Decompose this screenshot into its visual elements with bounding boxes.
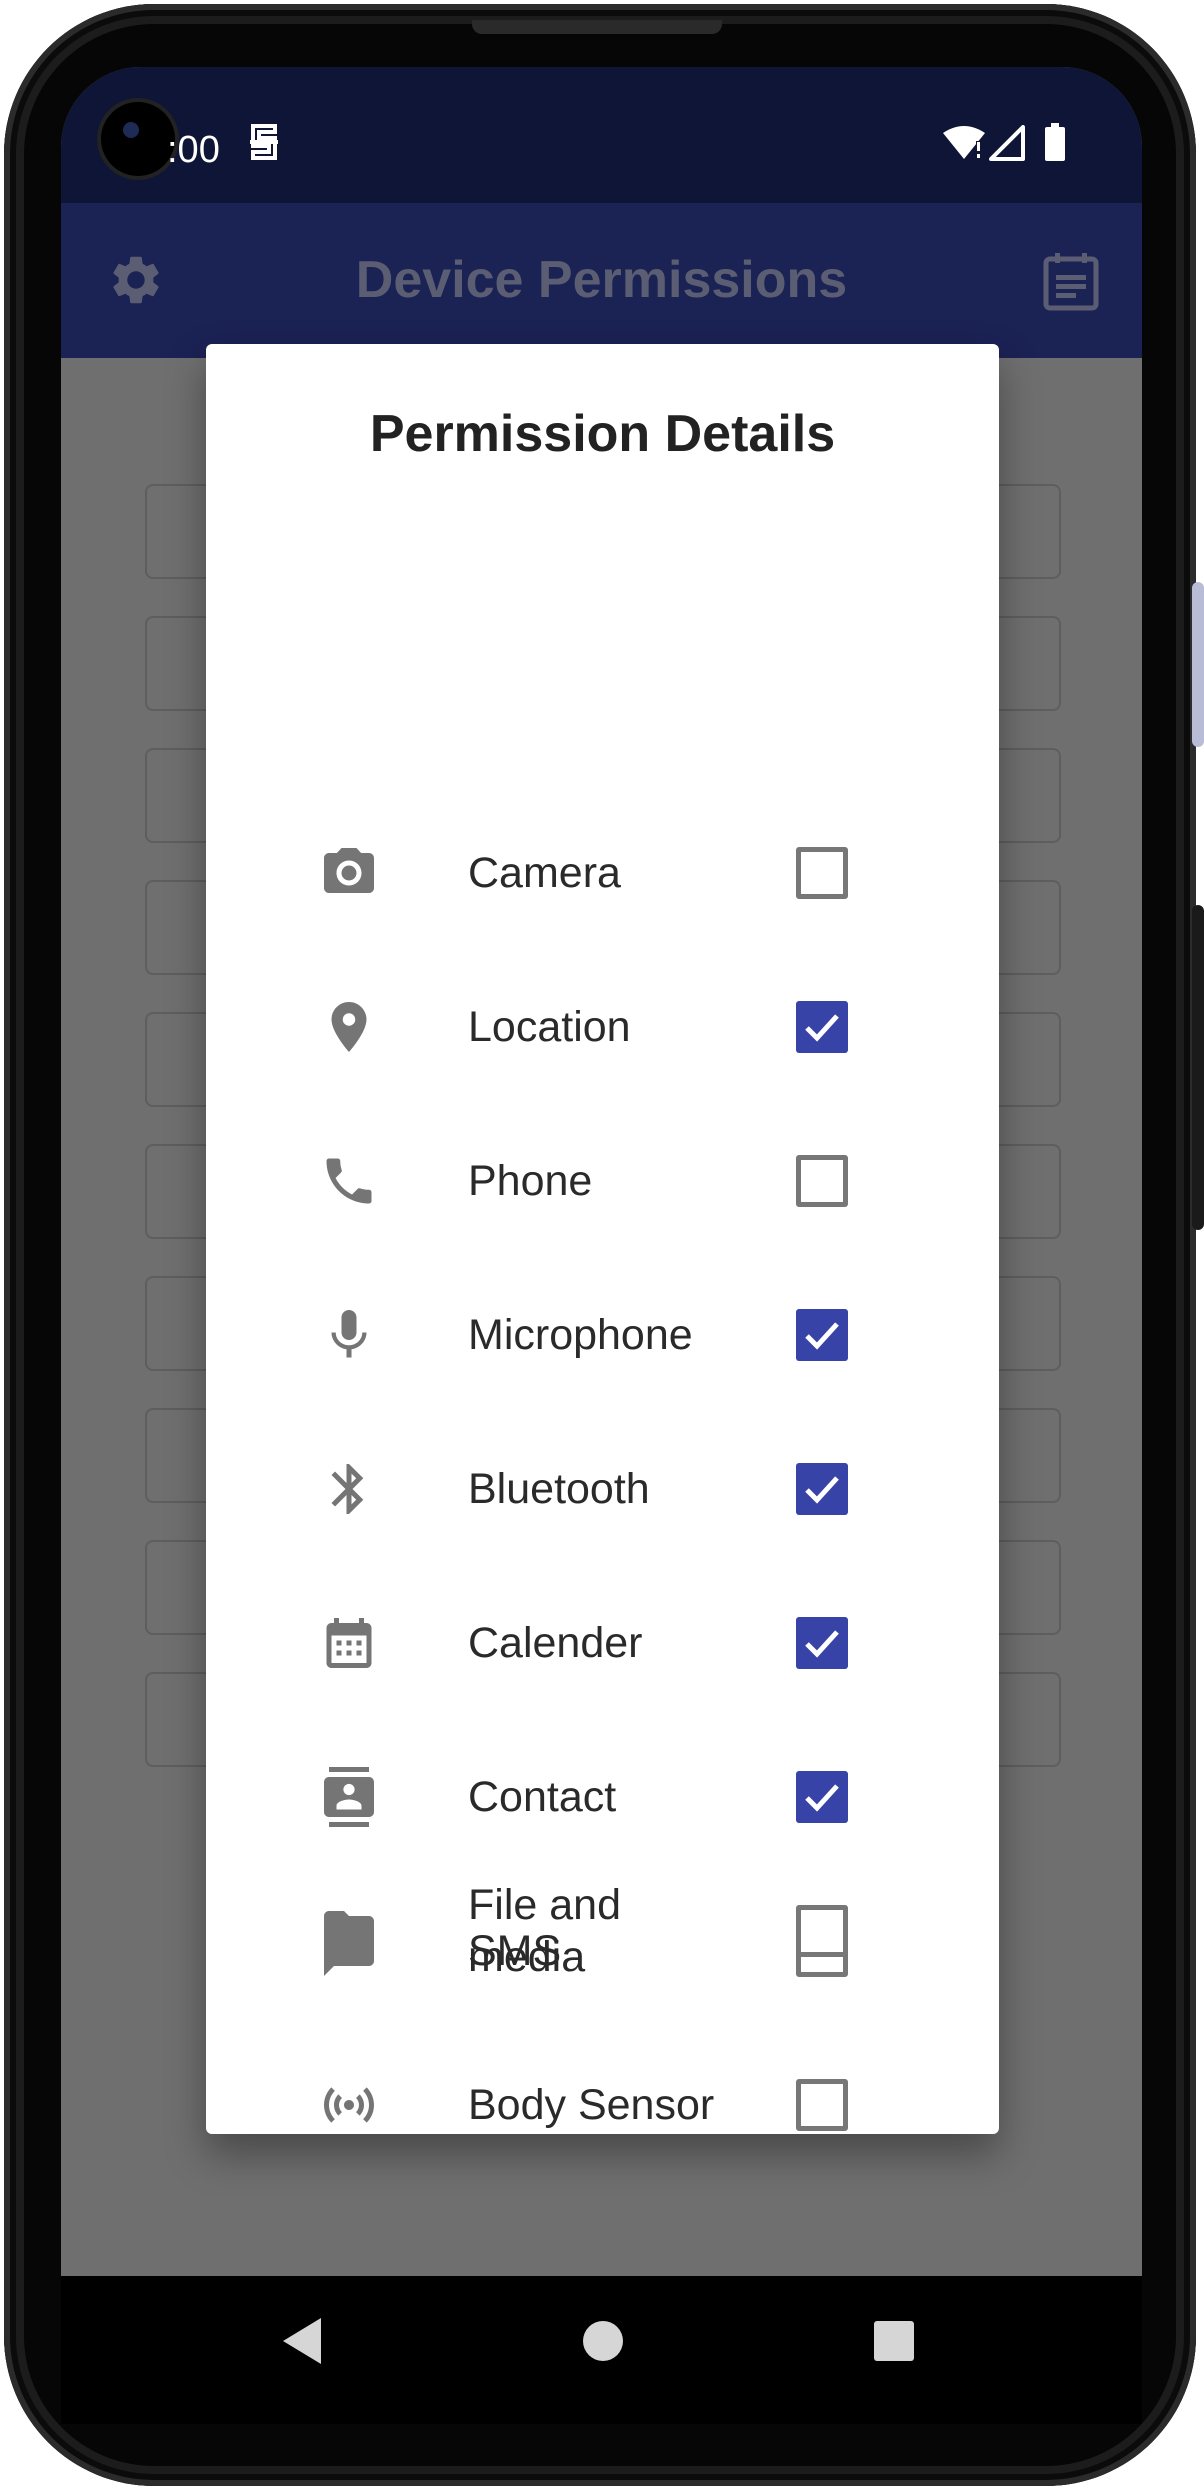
permission-label: Bluetooth bbox=[468, 1465, 650, 1513]
permission-label: Camera bbox=[468, 849, 621, 897]
permission-row-camera: Camera bbox=[206, 796, 999, 950]
location-pin-icon bbox=[319, 997, 379, 1057]
front-camera bbox=[101, 102, 175, 176]
checkmark-icon bbox=[805, 1630, 839, 1658]
body-sensor-checkbox[interactable] bbox=[796, 2079, 848, 2131]
location-checkbox[interactable] bbox=[796, 1001, 848, 1053]
permission-row-location: Location bbox=[206, 950, 999, 1104]
permission-label: Phone bbox=[468, 1157, 593, 1205]
checkmark-icon bbox=[805, 1322, 839, 1350]
permission-label: Calender bbox=[468, 1619, 643, 1667]
permission-row-contact: Contact bbox=[206, 1720, 999, 1874]
notification-icon bbox=[247, 122, 281, 167]
permission-row-bluetooth: Bluetooth bbox=[206, 1412, 999, 1566]
permission-row-calendar: Calender bbox=[206, 1566, 999, 1720]
battery-icon bbox=[1045, 123, 1065, 166]
permission-label: Body Sensor bbox=[468, 2081, 715, 2129]
checkmark-icon bbox=[805, 1784, 839, 1812]
contact-checkbox[interactable] bbox=[796, 1771, 848, 1823]
contact-icon bbox=[319, 1767, 379, 1827]
sensor-icon bbox=[319, 2075, 379, 2135]
checkmark-icon bbox=[805, 1476, 839, 1504]
calendar-checkbox[interactable] bbox=[796, 1617, 848, 1669]
permission-label: Contact bbox=[468, 1773, 617, 1821]
status-time: :00 bbox=[167, 129, 220, 171]
permission-row-phone: Phone bbox=[206, 1104, 999, 1258]
checkmark-icon bbox=[805, 1014, 839, 1042]
phone-icon bbox=[319, 1151, 379, 1211]
permission-row-file-and-media: File and media bbox=[206, 1854, 999, 2008]
wifi-icon bbox=[943, 125, 985, 166]
app-bar: Device Permissions bbox=[61, 203, 1142, 358]
home-icon[interactable] bbox=[582, 2316, 624, 2371]
permission-row-body-sensor: Body Sensor bbox=[206, 2028, 999, 2182]
phone-checkbox[interactable] bbox=[796, 1155, 848, 1207]
earpiece-speaker bbox=[472, 20, 722, 34]
microphone-checkbox[interactable] bbox=[796, 1309, 848, 1361]
permission-label: Microphone bbox=[468, 1311, 693, 1359]
bluetooth-icon bbox=[319, 1459, 379, 1519]
navigation-bar bbox=[61, 2276, 1142, 2424]
power-button bbox=[1192, 905, 1204, 1230]
microphone-icon bbox=[319, 1305, 379, 1365]
recents-icon[interactable] bbox=[873, 2316, 915, 2371]
permission-row-microphone: Microphone bbox=[206, 1258, 999, 1412]
calendar-icon bbox=[319, 1613, 379, 1673]
notes-calendar-icon[interactable] bbox=[1043, 251, 1099, 316]
status-bar: :00 bbox=[61, 67, 1142, 203]
back-icon[interactable] bbox=[279, 2316, 325, 2371]
dialog-title: Permission Details bbox=[369, 405, 836, 463]
file-and-media-checkbox[interactable] bbox=[796, 1905, 848, 1957]
permission-label: File and media bbox=[468, 1881, 621, 1981]
permission-label: Location bbox=[468, 1003, 631, 1051]
app-title: Device Permissions bbox=[355, 251, 848, 309]
screen: :00 Device Permissions Permission Detail… bbox=[61, 67, 1142, 2424]
camera-checkbox[interactable] bbox=[796, 847, 848, 899]
volume-button bbox=[1192, 582, 1204, 747]
signal-icon bbox=[989, 125, 1025, 166]
bluetooth-checkbox[interactable] bbox=[796, 1463, 848, 1515]
camera-icon bbox=[319, 843, 379, 903]
folder-icon bbox=[319, 1901, 379, 1961]
